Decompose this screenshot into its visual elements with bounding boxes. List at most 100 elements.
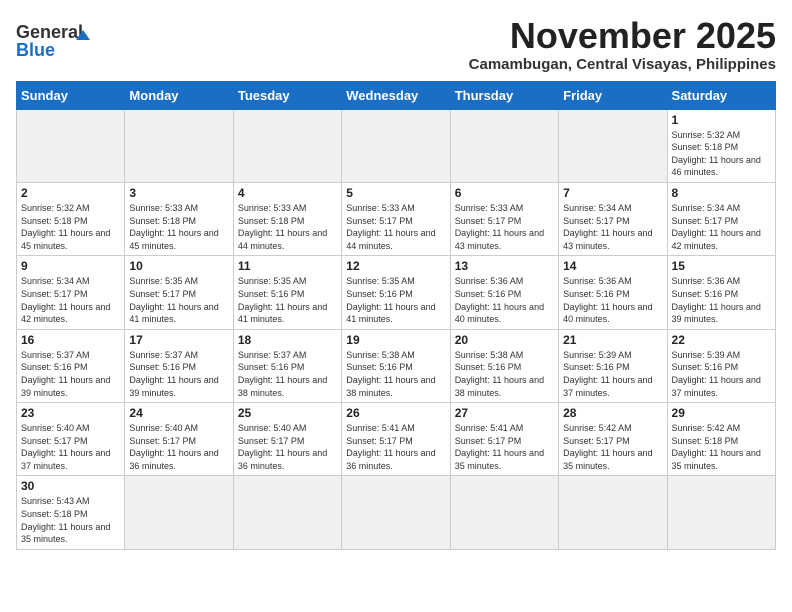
day-number: 4	[238, 186, 337, 200]
table-row: 7 Sunrise: 5:34 AMSunset: 5:17 PMDaylight…	[559, 182, 667, 255]
day-number: 27	[455, 406, 554, 420]
empty-cell	[559, 476, 667, 549]
calendar-table: Sunday Monday Tuesday Wednesday Thursday…	[16, 81, 776, 550]
table-row: 23Sunrise: 5:40 AMSunset: 5:17 PMDayligh…	[17, 403, 125, 476]
table-row: 4Sunrise: 5:33 AMSunset: 5:18 PMDaylight…	[233, 182, 341, 255]
table-row: 13 Sunrise: 5:36 AMSunset: 5:16 PMDayligh…	[450, 256, 558, 329]
table-row: 29 Sunrise: 5:42 AMSunset: 5:18 PMDayligh…	[667, 403, 775, 476]
day-info: Sunrise: 5:33 AMSunset: 5:17 PMDaylight:…	[346, 202, 445, 252]
calendar-row: 30Sunrise: 5:43 AMSunset: 5:18 PMDayligh…	[17, 476, 776, 549]
svg-text:Blue: Blue	[16, 40, 55, 60]
day-number: 11	[238, 259, 337, 273]
empty-cell	[559, 109, 667, 182]
day-info: Sunrise: 5:37 AMSunset: 5:16 PMDaylight:…	[129, 349, 228, 399]
day-info: Sunrise: 5:40 AMSunset: 5:17 PMDaylight:…	[238, 422, 337, 472]
table-row: 11 Sunrise: 5:35 AMSunset: 5:16 PMDayligh…	[233, 256, 341, 329]
table-row: 22Sunrise: 5:39 AMSunset: 5:16 PMDayligh…	[667, 329, 775, 402]
day-number: 13	[455, 259, 554, 273]
day-info: Sunrise: 5:39 AMSunset: 5:16 PMDaylight:…	[563, 349, 662, 399]
day-number: 16	[21, 333, 120, 347]
day-info: Sunrise: 5:32 AMSunset: 5:18 PMDaylight:…	[672, 129, 771, 179]
day-info: Sunrise: 5:34 AMSunset: 5:17 PMDaylight:…	[21, 275, 120, 325]
empty-cell	[17, 109, 125, 182]
day-number: 23	[21, 406, 120, 420]
day-info: Sunrise: 5:35 AMSunset: 5:16 PMDaylight:…	[346, 275, 445, 325]
empty-cell	[450, 476, 558, 549]
table-row: 15Sunrise: 5:36 AMSunset: 5:16 PMDayligh…	[667, 256, 775, 329]
table-row: 10Sunrise: 5:35 AMSunset: 5:17 PMDayligh…	[125, 256, 233, 329]
header-monday: Monday	[125, 81, 233, 109]
table-row: 3Sunrise: 5:33 AMSunset: 5:18 PMDaylight…	[125, 182, 233, 255]
day-number: 24	[129, 406, 228, 420]
day-info: Sunrise: 5:41 AMSunset: 5:17 PMDaylight:…	[455, 422, 554, 472]
page-header: General Blue November 2025 Camambugan, C…	[16, 16, 776, 73]
header-thursday: Thursday	[450, 81, 558, 109]
day-number: 12	[346, 259, 445, 273]
calendar-row: 2Sunrise: 5:32 AMSunset: 5:18 PMDaylight…	[17, 182, 776, 255]
day-number: 7	[563, 186, 662, 200]
day-number: 21	[563, 333, 662, 347]
table-row: 20 Sunrise: 5:38 AMSunset: 5:16 PMDayligh…	[450, 329, 558, 402]
header-saturday: Saturday	[667, 81, 775, 109]
header-tuesday: Tuesday	[233, 81, 341, 109]
table-row: 9 Sunrise: 5:34 AMSunset: 5:17 PMDaylight…	[17, 256, 125, 329]
day-number: 22	[672, 333, 771, 347]
day-number: 6	[455, 186, 554, 200]
table-row: 19Sunrise: 5:38 AMSunset: 5:16 PMDayligh…	[342, 329, 450, 402]
calendar-row: 1Sunrise: 5:32 AMSunset: 5:18 PMDaylight…	[17, 109, 776, 182]
empty-cell	[342, 476, 450, 549]
table-row: 25 Sunrise: 5:40 AMSunset: 5:17 PMDayligh…	[233, 403, 341, 476]
header-sunday: Sunday	[17, 81, 125, 109]
day-info: Sunrise: 5:41 AMSunset: 5:17 PMDaylight:…	[346, 422, 445, 472]
calendar-row: 16 Sunrise: 5:37 AMSunset: 5:16 PMDayligh…	[17, 329, 776, 402]
empty-cell	[667, 476, 775, 549]
day-info: Sunrise: 5:33 AMSunset: 5:17 PMDaylight:…	[455, 202, 554, 252]
day-number: 20	[455, 333, 554, 347]
day-info: Sunrise: 5:36 AMSunset: 5:16 PMDaylight:…	[563, 275, 662, 325]
table-row: 8Sunrise: 5:34 AMSunset: 5:17 PMDaylight…	[667, 182, 775, 255]
logo: General Blue	[16, 16, 106, 71]
empty-cell	[125, 476, 233, 549]
day-number: 9	[21, 259, 120, 273]
day-number: 18	[238, 333, 337, 347]
day-number: 19	[346, 333, 445, 347]
table-row: 26 Sunrise: 5:41 AMSunset: 5:17 PMDayligh…	[342, 403, 450, 476]
table-row: 18 Sunrise: 5:37 AMSunset: 5:16 PMDayligh…	[233, 329, 341, 402]
day-info: Sunrise: 5:34 AMSunset: 5:17 PMDaylight:…	[672, 202, 771, 252]
day-info: Sunrise: 5:40 AMSunset: 5:17 PMDaylight:…	[129, 422, 228, 472]
title-area: November 2025 Camambugan, Central Visaya…	[469, 16, 776, 73]
day-info: Sunrise: 5:38 AMSunset: 5:16 PMDaylight:…	[455, 349, 554, 399]
day-info: Sunrise: 5:37 AMSunset: 5:16 PMDaylight:…	[238, 349, 337, 399]
day-number: 25	[238, 406, 337, 420]
day-number: 29	[672, 406, 771, 420]
day-info: Sunrise: 5:43 AMSunset: 5:18 PMDaylight:…	[21, 495, 120, 545]
table-row: 21 Sunrise: 5:39 AMSunset: 5:16 PMDayligh…	[559, 329, 667, 402]
day-info: Sunrise: 5:32 AMSunset: 5:18 PMDaylight:…	[21, 202, 120, 252]
header-friday: Friday	[559, 81, 667, 109]
day-info: Sunrise: 5:33 AMSunset: 5:18 PMDaylight:…	[129, 202, 228, 252]
day-number: 26	[346, 406, 445, 420]
day-info: Sunrise: 5:42 AMSunset: 5:18 PMDaylight:…	[672, 422, 771, 472]
calendar-row: 23 Sunrise: 5:40 AMSunset: 5:17 PMDayligh…	[17, 403, 776, 476]
calendar-row: 9 Sunrise: 5:34 AMSunset: 5:17 PMDaylight…	[17, 256, 776, 329]
location-title: Camambugan, Central Visayas, Philippines	[469, 56, 776, 73]
empty-cell	[233, 109, 341, 182]
empty-cell	[450, 109, 558, 182]
day-number: 28	[563, 406, 662, 420]
table-row: 16 Sunrise: 5:37 AMSunset: 5:16 PMDayligh…	[17, 329, 125, 402]
day-info: Sunrise: 5:35 AMSunset: 5:16 PMDaylight:…	[238, 275, 337, 325]
day-number: 10	[129, 259, 228, 273]
table-row: 28 Sunrise: 5:42 AMSunset: 5:17 PMDayligh…	[559, 403, 667, 476]
empty-cell	[125, 109, 233, 182]
day-number: 15	[672, 259, 771, 273]
day-number: 5	[346, 186, 445, 200]
day-info: Sunrise: 5:34 AMSunset: 5:17 PMDaylight:…	[563, 202, 662, 252]
table-row: 5 Sunrise: 5:33 AMSunset: 5:17 PMDaylight…	[342, 182, 450, 255]
table-row: 27 Sunrise: 5:41 AMSunset: 5:17 PMDayligh…	[450, 403, 558, 476]
day-info: Sunrise: 5:36 AMSunset: 5:16 PMDaylight:…	[455, 275, 554, 325]
day-info: Sunrise: 5:37 AMSunset: 5:16 PMDaylight:…	[21, 349, 120, 399]
table-row: 12 Sunrise: 5:35 AMSunset: 5:16 PMDayligh…	[342, 256, 450, 329]
table-row: 30Sunrise: 5:43 AMSunset: 5:18 PMDayligh…	[17, 476, 125, 549]
day-info: Sunrise: 5:42 AMSunset: 5:17 PMDaylight:…	[563, 422, 662, 472]
table-row: 2Sunrise: 5:32 AMSunset: 5:18 PMDaylight…	[17, 182, 125, 255]
